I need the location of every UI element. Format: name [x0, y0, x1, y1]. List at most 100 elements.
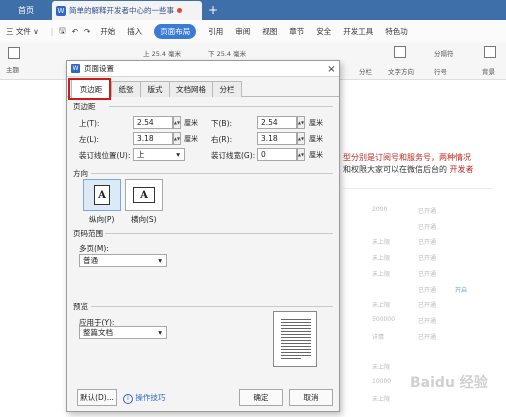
tab-review[interactable]: 审阅 [235, 26, 250, 37]
tab-special[interactable]: 特色功 [385, 26, 408, 37]
margin-top-field[interactable]: 上 25.4 毫米 [143, 48, 181, 58]
watermark: Baidu 经验 [410, 375, 488, 391]
default-button[interactable]: 默认(D)... [77, 389, 117, 406]
portrait-page-icon: A [94, 185, 110, 205]
columns-icon[interactable] [394, 46, 406, 58]
table-cell: 2000 [372, 206, 388, 213]
top-margin-unit[interactable]: 厘米 [184, 118, 198, 128]
ribbon-separator: | [50, 26, 54, 36]
table-cell: 开启 [455, 287, 468, 294]
background-icon[interactable] [484, 46, 496, 58]
table-cell: 未上限 [372, 396, 391, 403]
bottom-margin-unit[interactable]: 厘米 [309, 118, 323, 128]
unsaved-dot-icon [177, 8, 182, 13]
theme-button[interactable]: 主题 [6, 64, 19, 74]
ok-button[interactable]: 确定 [239, 389, 283, 406]
tab-references[interactable]: 引用 [208, 26, 223, 37]
table-cell: 已开通 [418, 208, 437, 215]
tab-view[interactable]: 视图 [262, 26, 277, 37]
top-margin-label: 上(T): [79, 119, 100, 128]
line-number-button[interactable]: 行号 [434, 66, 447, 76]
word-doc-icon: W [56, 5, 66, 16]
section-divider [91, 173, 333, 174]
gutter-position-value: 上 [137, 150, 145, 159]
table-cell: 500000 [372, 316, 395, 323]
gutter-width-spinner[interactable]: ▲▼ [297, 148, 305, 161]
tab-chapter[interactable]: 章节 [289, 26, 304, 37]
theme-icon[interactable] [8, 47, 20, 59]
right-margin-unit[interactable]: 厘米 [309, 134, 323, 144]
landscape-label: 横向(S) [131, 215, 157, 224]
home-tab[interactable]: 首页 [4, 2, 48, 18]
apply-to-value: 整篇文档 [83, 328, 113, 337]
orientation-section-label: 方向 [73, 169, 88, 178]
table-cell: 已开通 [418, 224, 437, 231]
table-cell: 未上限 [372, 271, 391, 278]
tips-link[interactable]: i 操作技巧 [123, 392, 165, 404]
document-red-line-1: 型分别是订阅号和服务号，两种情况 [343, 153, 471, 162]
margins-section-label: 页边距 [73, 102, 96, 111]
page-preview [273, 311, 317, 367]
tab-page-layout[interactable]: 页面布局 [154, 23, 197, 39]
multi-pages-select[interactable]: 普通 ▾ [79, 254, 167, 267]
portrait-button[interactable]: A [83, 179, 121, 211]
left-margin-input[interactable]: 3.18 [133, 132, 173, 145]
save-icon[interactable]: 🖫 [59, 25, 65, 38]
table-cell: 未上限 [372, 255, 391, 262]
table-cell: 已开通 [418, 302, 437, 309]
table-cell: 已开通 [418, 334, 437, 341]
ribbon-tab-row: 三 文件 ∨ | 🖫 ↶ ↷ 开始 插入 页面布局 引用 审阅 视图 章节 安全… [0, 20, 506, 42]
app-icon: W [71, 64, 80, 73]
file-menu[interactable]: 三 文件 ∨ [6, 26, 39, 37]
tab-developer[interactable]: 开发工具 [343, 26, 373, 37]
table-cell: 未上限 [372, 239, 391, 246]
page-setup-dialog: W 页面设置 × 页边距 纸张 版式 文档网格 分栏 页边距 上(T): 2.5… [66, 60, 340, 412]
highlight-annotation [68, 78, 111, 100]
chevron-down-icon: ▾ [158, 328, 162, 337]
table-cell: 未上限 [372, 364, 391, 371]
right-margin-spinner[interactable]: ▲▼ [297, 132, 305, 145]
tab-start[interactable]: 开始 [100, 26, 115, 37]
right-margin-input[interactable]: 3.18 [257, 132, 297, 145]
top-margin-input[interactable]: 2.54 [133, 116, 173, 129]
landscape-button[interactable]: A [125, 179, 163, 211]
split-button[interactable]: 分隔符 [434, 48, 454, 58]
tab-insert[interactable]: 插入 [127, 26, 142, 37]
left-margin-unit[interactable]: 厘米 [184, 134, 198, 144]
apply-to-select[interactable]: 整篇文档 ▾ [79, 326, 167, 339]
document-tab[interactable]: W 简单的解释开发者中心的一些事 [52, 1, 202, 20]
chevron-down-icon: ▾ [158, 256, 162, 265]
tab-security[interactable]: 安全 [316, 26, 331, 37]
undo-icon[interactable]: ↶ [72, 27, 78, 36]
redo-icon[interactable]: ↷ [84, 27, 90, 36]
gutter-width-unit[interactable]: 厘米 [309, 150, 323, 160]
top-margin-spinner[interactable]: ▲▼ [173, 116, 181, 129]
gutter-width-label: 装订线宽(G): [211, 151, 256, 160]
margin-bottom-field[interactable]: 下 25.4 毫米 [208, 48, 246, 58]
bottom-margin-spinner[interactable]: ▲▼ [297, 116, 305, 129]
section-divider [109, 106, 333, 107]
document-tab-title: 简单的解释开发者中心的一些事 [69, 6, 174, 15]
table-cell: 详情 [372, 334, 385, 341]
bottom-margin-label: 下(B): [211, 119, 233, 128]
tab-paper[interactable]: 纸张 [111, 81, 141, 97]
bottom-margin-input[interactable]: 2.54 [257, 116, 297, 129]
cancel-button[interactable]: 取消 [289, 389, 333, 406]
dialog-titlebar: W 页面设置 [67, 61, 339, 77]
dialog-title: 页面设置 [84, 64, 114, 73]
dialog-close-button[interactable]: × [325, 62, 338, 76]
multi-pages-value: 普通 [83, 256, 98, 265]
tab-layout[interactable]: 版式 [140, 81, 170, 97]
text-direction-button[interactable]: 文字方向 [388, 66, 414, 76]
tab-columns[interactable]: 分栏 [212, 81, 242, 97]
tab-doc-grid[interactable]: 文档网格 [169, 81, 213, 97]
gutter-width-input[interactable]: 0 [257, 148, 297, 161]
columns-button[interactable]: 分栏 [359, 66, 372, 76]
left-margin-spinner[interactable]: ▲▼ [173, 132, 181, 145]
document-highlight: 开发者 [449, 165, 474, 174]
gutter-position-label: 装订线位置(U): [79, 151, 131, 160]
table-cell: 10000 [372, 378, 392, 385]
background-button[interactable]: 背景 [482, 66, 495, 76]
gutter-position-select[interactable]: 上 ▾ [133, 148, 185, 161]
new-tab-button[interactable]: + [206, 3, 220, 17]
